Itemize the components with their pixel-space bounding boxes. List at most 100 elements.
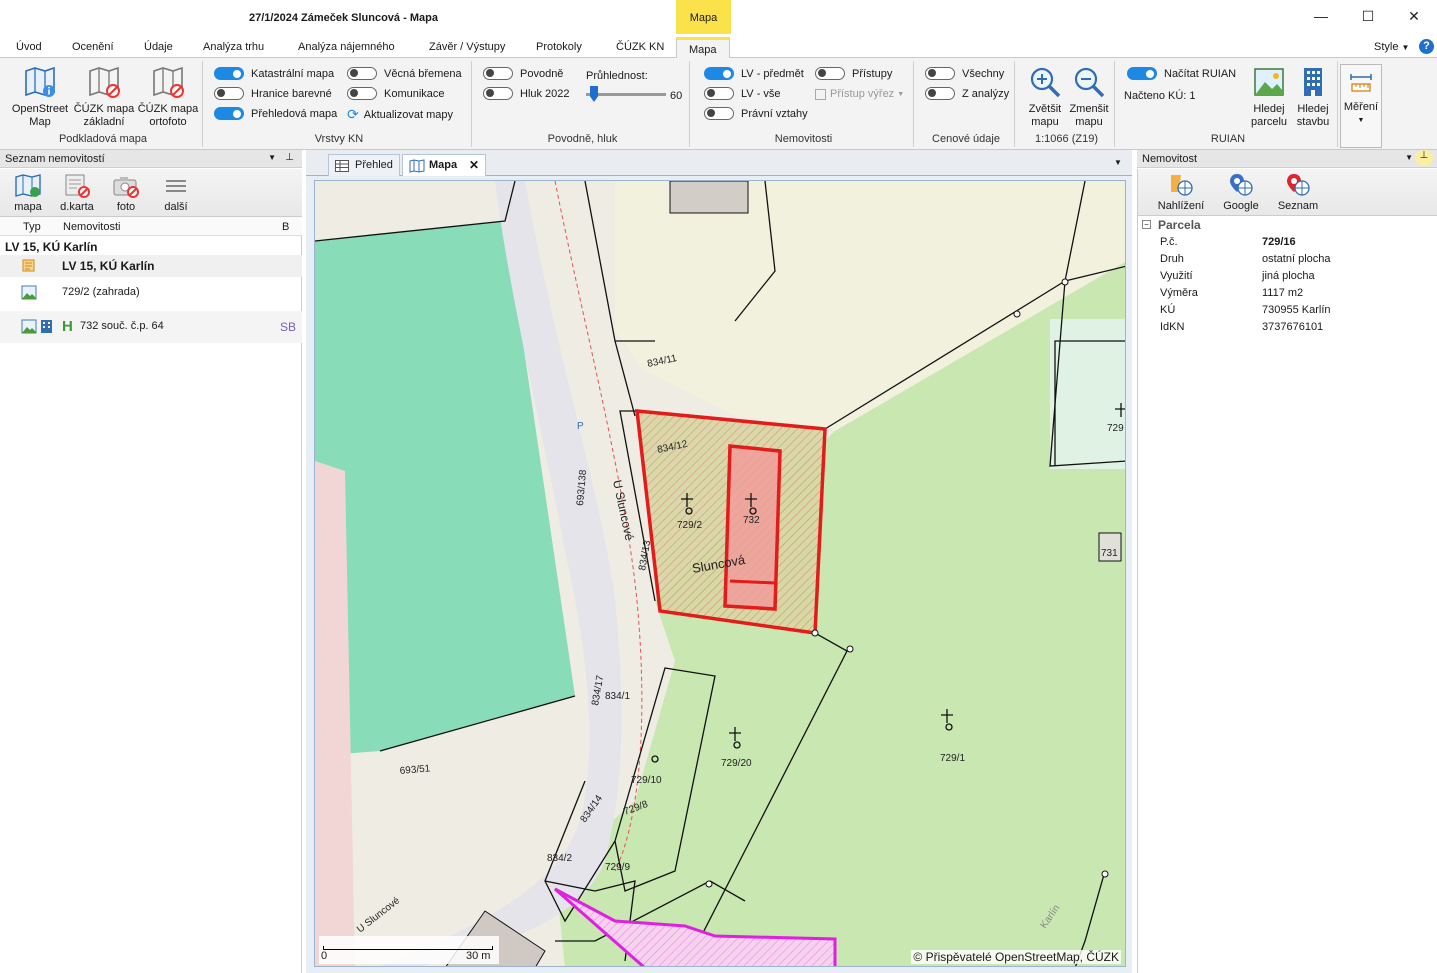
col-typ[interactable]: Typ — [23, 221, 41, 233]
toggle-vecna-bremena[interactable]: Věcná břemena — [347, 67, 462, 80]
toggle-z-analyzy[interactable]: Z analýzy — [925, 87, 1009, 100]
pristup-vyrez-dropdown[interactable]: Přístup výřez ▼ — [815, 88, 904, 100]
dkarta-button[interactable]: d.karta — [54, 173, 100, 213]
opacity-slider-thumb[interactable] — [590, 86, 598, 102]
tab-zaver[interactable]: Závěr / Výstupy — [429, 41, 505, 53]
close-icon[interactable]: ✕ — [469, 158, 479, 172]
style-menu[interactable]: Style ▼ — [1374, 41, 1409, 53]
toggle-switch[interactable] — [347, 87, 377, 100]
toggle-prehledova-mapa[interactable]: Přehledová mapa — [214, 107, 337, 120]
toggle-label: Povodně — [520, 67, 564, 80]
nahlizeni-button[interactable]: Nahlížení — [1154, 172, 1208, 212]
toggle-switch[interactable] — [704, 107, 734, 120]
opacity-slider-track[interactable] — [586, 93, 666, 96]
dalsi-label: další — [164, 201, 188, 213]
zoom-out-button[interactable]: Zmenšit mapu — [1067, 65, 1111, 129]
tab-cuzk-kn[interactable]: ČÚZK KN — [616, 41, 664, 53]
left-panel-title: Seznam nemovitostí — [5, 153, 105, 165]
tab-oceneni[interactable]: Ocenění — [72, 41, 114, 53]
col-nemovitosti[interactable]: Nemovitosti — [63, 221, 120, 233]
map-info-icon — [23, 65, 57, 99]
dalsi-button[interactable]: další — [154, 173, 198, 213]
toggle-switch[interactable] — [483, 87, 513, 100]
tab-udaje[interactable]: Údaje — [144, 41, 173, 53]
toggle-label: Z analýzy — [962, 87, 1010, 100]
hledej-parcelu-button[interactable]: Hledej parcelu — [1247, 65, 1291, 129]
mereni-button[interactable]: Měření ▼ — [1340, 64, 1382, 148]
tab-mapa-view[interactable]: Mapa ✕ — [402, 154, 486, 176]
cuzk-zakladni-button[interactable]: ČÚZK mapa základní — [72, 65, 136, 129]
chevron-down-icon[interactable]: ▼ — [268, 153, 276, 162]
openstreetmap-label1: OpenStreet — [11, 103, 69, 115]
maximize-button[interactable]: ☐ — [1345, 4, 1391, 28]
refresh-maps-button[interactable]: ⟳ Aktualizovat mapy — [347, 107, 453, 123]
tab-uvod[interactable]: Úvod — [16, 41, 42, 53]
map-canvas[interactable]: 834/11 834/12 834/13 693/138 693/51 729/… — [314, 180, 1126, 967]
openstreetmap-button[interactable]: OpenStreet Map — [8, 65, 72, 129]
list-item[interactable]: 729/2 (zahrada) — [0, 279, 302, 311]
toggle-switch[interactable] — [704, 67, 734, 80]
toggle-lv-vse[interactable]: LV - vše — [704, 87, 781, 100]
tab-mapa[interactable]: Mapa — [676, 37, 730, 59]
scale-end: 30 m — [466, 950, 491, 962]
toggle-switch[interactable] — [214, 107, 244, 120]
map-tabs: Přehled Mapa ✕ ▼ — [306, 150, 1132, 176]
tab-prehled[interactable]: Přehled — [328, 154, 400, 176]
mapa-button[interactable]: mapa — [6, 173, 50, 213]
cuzk-ortofoto-button[interactable]: ČÚZK mapa ortofoto — [136, 65, 200, 129]
toggle-label: LV - vše — [741, 87, 781, 100]
list-item[interactable]: LV 15, KÚ Karlín — [0, 255, 302, 277]
toggle-nacitat-ruian[interactable]: Načítat RUIAN — [1127, 67, 1236, 80]
toggle-switch[interactable] — [925, 67, 955, 80]
map-label-731: 731 — [1101, 548, 1118, 559]
toggle-switch[interactable] — [214, 67, 244, 80]
toggle-katastralni-mapa[interactable]: Katastrální mapa — [214, 67, 334, 80]
group-label-vrstvy: Vrstvy KN — [314, 133, 364, 145]
left-toolbar: mapa d.karta foto další — [0, 169, 302, 217]
toggle-pristupy[interactable]: Přístupy — [815, 67, 892, 80]
list-item[interactable]: H 732 souč. č.p. 64 SB — [0, 311, 302, 343]
foto-button[interactable]: foto — [104, 173, 148, 213]
pin-icon[interactable]: ⊥ — [285, 152, 294, 163]
google-button[interactable]: Google — [1214, 172, 1268, 212]
location-pin-red-icon — [1284, 172, 1312, 198]
toggle-label: Přehledová mapa — [251, 107, 338, 120]
map-label-729-9: 729/9 — [605, 862, 630, 873]
tab-analyza-najemneho[interactable]: Analýza nájemného — [298, 41, 395, 53]
tab-prehled-label: Přehled — [355, 159, 393, 171]
zoom-in-button[interactable]: Zvětšit mapu — [1023, 65, 1067, 129]
help-icon[interactable]: ? — [1419, 39, 1434, 54]
pin-icon[interactable]: ⊥ — [1415, 150, 1433, 166]
zoom-out-icon — [1072, 65, 1106, 99]
chevron-down-icon[interactable]: ▼ — [1114, 158, 1122, 167]
toggle-komunikace[interactable]: Komunikace — [347, 87, 445, 100]
scroll-document-icon — [21, 258, 37, 273]
toggle-switch[interactable] — [704, 87, 734, 100]
map-label-729-1: 729/1 — [940, 753, 965, 764]
toggle-pravni-vztahy[interactable]: Právní vztahy — [704, 107, 808, 120]
tab-analyza-trhu[interactable]: Analýza trhu — [203, 41, 264, 53]
minimize-button[interactable]: — — [1298, 4, 1344, 28]
collapse-icon[interactable]: − — [1142, 220, 1151, 229]
menu-bar: Úvod Ocenění Údaje Analýza trhu Analýza … — [0, 34, 1437, 59]
close-button[interactable]: ✕ — [1391, 4, 1437, 28]
toggle-switch[interactable] — [815, 67, 845, 80]
hledej-stavbu-button[interactable]: Hledej stavbu — [1291, 65, 1335, 129]
toggle-switch[interactable] — [483, 67, 513, 80]
toggle-hluk[interactable]: Hluk 2022 — [483, 87, 570, 100]
tab-protokoly[interactable]: Protokoly — [536, 41, 582, 53]
hledej-parcelu-label1: Hledej — [1253, 103, 1285, 115]
chevron-down-icon[interactable]: ▼ — [1405, 153, 1413, 162]
seznam-button[interactable]: Seznam — [1271, 172, 1325, 212]
toggle-switch[interactable] — [347, 67, 377, 80]
toggle-povodne[interactable]: Povodně — [483, 67, 563, 80]
col-b[interactable]: B — [282, 221, 289, 233]
toggle-switch[interactable] — [214, 87, 244, 100]
toggle-lv-predmet[interactable]: LV - předmět — [704, 67, 804, 80]
group-ruian: Načítat RUIAN Načteno KÚ: 1 Hledej parce… — [1119, 61, 1338, 147]
toggle-switch[interactable] — [925, 87, 955, 100]
toggle-hranice-barevne[interactable]: Hranice barevné — [214, 87, 332, 100]
toggle-vsechny[interactable]: Všechny — [925, 67, 1004, 80]
building-732[interactable] — [723, 444, 782, 611]
toggle-switch[interactable] — [1127, 67, 1157, 80]
